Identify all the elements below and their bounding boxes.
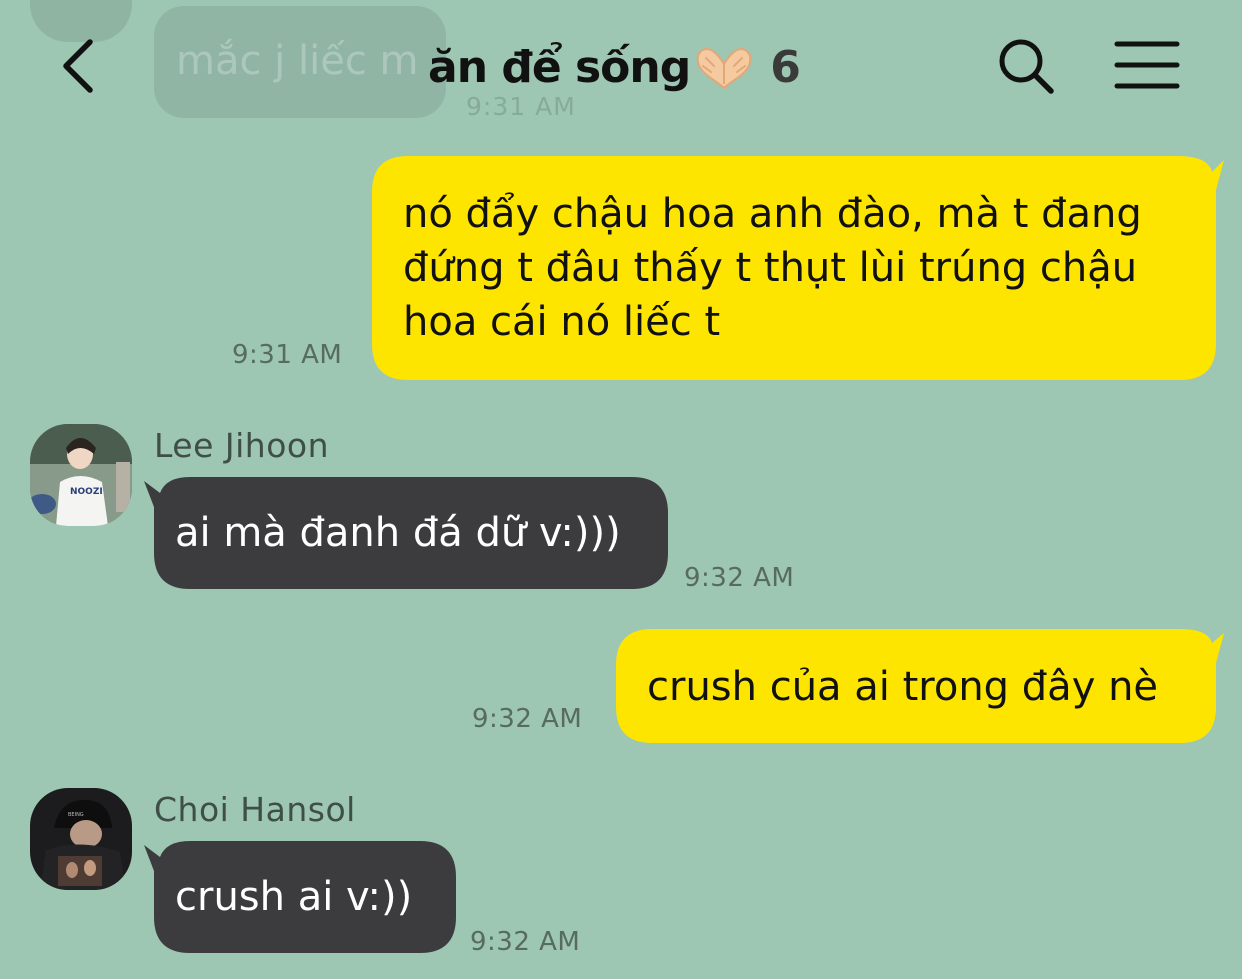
svg-text:NOOZI: NOOZI [70, 487, 103, 497]
heart-hands-emoji [696, 48, 752, 90]
chat-title[interactable]: ăn để sống 6 [428, 38, 801, 98]
message-text[interactable]: crush của ai trong đây nè [647, 660, 1158, 714]
profile-photo: NOOZI [30, 424, 132, 526]
message-time: 9:31 AM [232, 340, 343, 370]
search-button[interactable] [996, 36, 1056, 96]
member-count: 6 [770, 42, 801, 93]
back-button[interactable] [52, 34, 112, 98]
avatar-choi-hansol[interactable]: BEING [30, 788, 132, 890]
message-time: 9:32 AM [470, 927, 581, 957]
sender-name: Choi Hansol [154, 790, 356, 829]
chevron-left-icon [63, 39, 93, 93]
message-time: 9:32 AM [472, 704, 583, 734]
profile-photo: BEING [30, 788, 132, 890]
search-icon [999, 39, 1054, 94]
previous-message-text: mắc j liếc m [176, 38, 419, 84]
sender-name: Lee Jihoon [154, 426, 330, 465]
svg-text:BEING: BEING [68, 812, 84, 818]
message-text[interactable]: ai mà đanh đá dữ v:))) [175, 506, 621, 560]
message-text[interactable]: nó đẩy chậu hoa anh đào, mà t đang đứng … [403, 187, 1142, 349]
menu-button[interactable] [1114, 40, 1180, 92]
message-text[interactable]: crush ai v:)) [175, 870, 412, 924]
chat-screen: mắc j liếc m 9:31 AM ăn để sống 6 nó đẩy… [0, 0, 1242, 979]
message-time: 9:32 AM [684, 563, 795, 593]
hamburger-menu-icon [1114, 41, 1180, 89]
chat-title-text: ăn để sống [428, 42, 691, 93]
avatar-lee-jihoon[interactable]: NOOZI [30, 424, 132, 526]
